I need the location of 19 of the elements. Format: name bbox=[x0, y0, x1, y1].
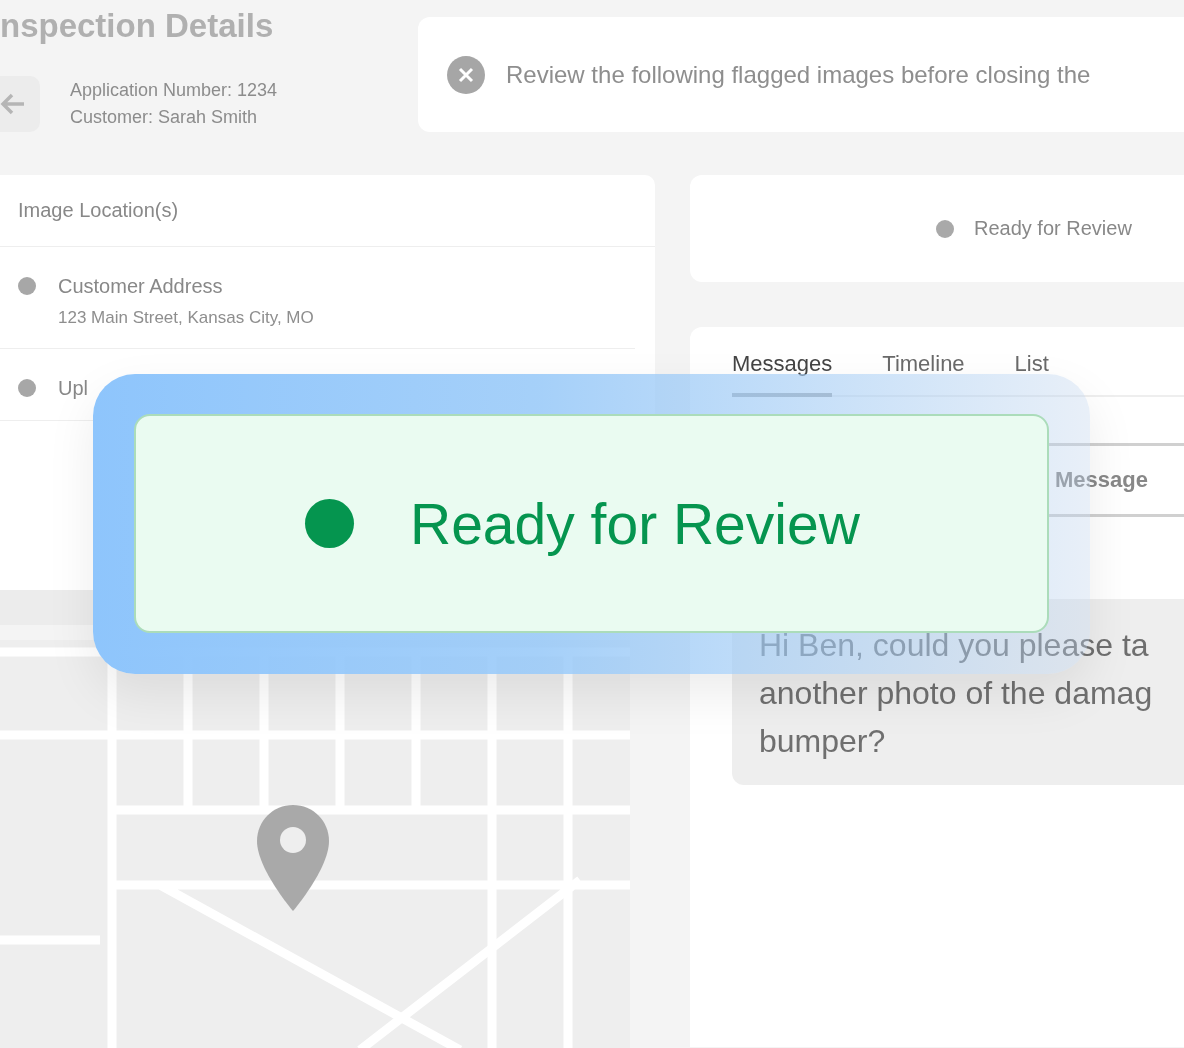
back-button[interactable] bbox=[0, 76, 40, 132]
card-title: Image Location(s) bbox=[0, 175, 655, 247]
back-arrow-icon bbox=[0, 92, 26, 116]
status-label: Ready for Review bbox=[410, 490, 860, 557]
location-address: 123 Main Street, Kansas City, MO bbox=[58, 308, 314, 328]
tab[interactable]: Timeline bbox=[882, 351, 965, 397]
status-dot bbox=[936, 219, 954, 238]
location-name: Upl bbox=[58, 377, 88, 400]
location-dot bbox=[18, 379, 36, 397]
location-dot bbox=[18, 277, 36, 295]
application-number: Application Number: 1234 bbox=[70, 80, 278, 101]
customer-name: Customer: Sarah Smith bbox=[70, 107, 259, 128]
location-name: Customer Address bbox=[58, 275, 224, 298]
alert-message: Review the following flagged images before closing the bbox=[506, 60, 1091, 89]
tab[interactable]: List bbox=[1014, 351, 1049, 397]
close-icon[interactable] bbox=[446, 54, 486, 95]
page-title: nspection Details bbox=[0, 6, 275, 46]
status-dot bbox=[305, 499, 354, 548]
status-label: Ready for Review bbox=[974, 217, 1132, 240]
